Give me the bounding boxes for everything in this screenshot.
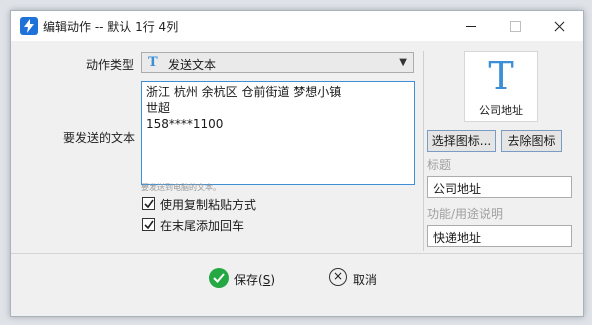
vertical-divider <box>423 51 424 251</box>
remove-icon-button[interactable]: 去除图标 <box>501 130 562 152</box>
action-type-select[interactable]: T 发送文本 ▼ <box>141 52 414 73</box>
icon-preview-caption: 公司地址 <box>479 104 523 117</box>
save-button[interactable]: 保存(S) <box>209 268 279 290</box>
minimize-icon <box>449 11 493 41</box>
text-to-send-input[interactable]: 浙江 杭州 余杭区 仓前街道 梦想小镇 世超 158****1100 <box>141 81 415 185</box>
text-type-large-icon: T <box>488 54 514 98</box>
window-title: 编辑动作 -- 默认 1行 4列 <box>43 20 179 34</box>
text-line: 158****1100 <box>146 117 224 131</box>
description-input[interactable]: 快递地址 <box>427 225 572 247</box>
title-label: 标题 <box>427 158 452 172</box>
lightning-icon <box>20 17 38 35</box>
icon-preview: T 公司地址 <box>464 51 538 122</box>
footer-divider <box>11 253 583 254</box>
minimize-button[interactable] <box>449 11 493 41</box>
text-to-send-label: 要发送的文本 <box>63 131 136 145</box>
text-type-icon: T <box>148 55 158 70</box>
cancel-button[interactable]: × 取消 <box>329 268 389 290</box>
close-icon <box>537 11 581 41</box>
action-type-label: 动作类型 <box>86 58 135 72</box>
maximize-icon <box>493 11 537 41</box>
maximize-button[interactable] <box>493 11 537 41</box>
action-type-value: 发送文本 <box>168 58 217 72</box>
title-input[interactable]: 公司地址 <box>427 176 572 198</box>
text-line: 浙江 杭州 余杭区 仓前街道 梦想小镇 <box>146 85 342 99</box>
description-label: 功能/用途说明 <box>427 207 504 221</box>
save-label: 保存(S) <box>234 273 275 287</box>
check-circle-icon <box>209 268 229 288</box>
paste-mode-label: 使用复制粘贴方式 <box>160 198 257 212</box>
choose-icon-button[interactable]: 选择图标... <box>427 130 496 152</box>
checkbox-box[interactable] <box>142 218 155 231</box>
cancel-circle-icon: × <box>329 268 347 286</box>
append-enter-label: 在末尾添加回车 <box>160 219 245 233</box>
text-hint: 要发送到电脑的文本。 <box>141 183 221 192</box>
cancel-label: 取消 <box>353 273 378 287</box>
edit-action-dialog: 编辑动作 -- 默认 1行 4列 动作类型 T 发送文本 ▼ 要发送的文本 浙江… <box>10 10 584 317</box>
close-button[interactable] <box>537 11 581 41</box>
title-bar: 编辑动作 -- 默认 1行 4列 <box>11 11 583 41</box>
checkbox-box[interactable] <box>142 197 155 210</box>
text-line: 世超 <box>146 101 171 115</box>
chevron-down-icon: ▼ <box>399 57 407 68</box>
